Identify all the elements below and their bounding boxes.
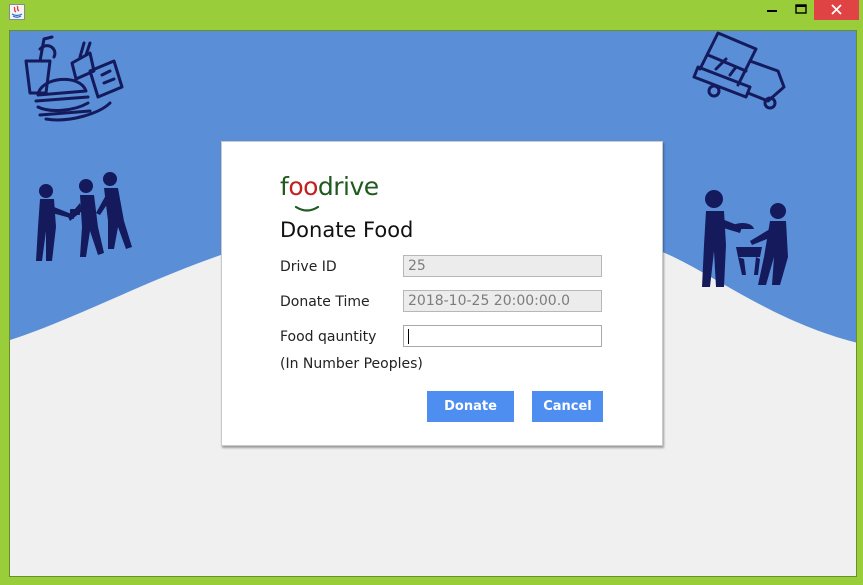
java-app-icon[interactable]: [9, 4, 25, 20]
cancel-button[interactable]: Cancel: [532, 391, 603, 422]
title-bar: [0, 0, 863, 26]
donate-time-label: Donate Time: [280, 294, 370, 310]
minimize-icon[interactable]: [755, 0, 789, 20]
donate-food-dialog: foodrive Donate Food Drive ID 25 Donate …: [221, 141, 663, 446]
main-panel: foodrive Donate Food Drive ID 25 Donate …: [9, 30, 857, 577]
drive-id-field[interactable]: 25: [403, 255, 602, 277]
donate-time-field[interactable]: 2018-10-25 20:00:00.0: [403, 290, 602, 312]
text-caret: [408, 329, 409, 344]
drive-id-label: Drive ID: [280, 259, 337, 275]
food-quantity-input[interactable]: [403, 325, 602, 347]
maximize-icon[interactable]: [788, 0, 814, 20]
close-icon[interactable]: [814, 0, 859, 20]
donate-button[interactable]: Donate: [427, 391, 514, 422]
food-quantity-label: Food qauntity: [280, 329, 377, 345]
foodrive-logo: foodrive: [280, 172, 379, 201]
logo-smile-icon: [294, 205, 320, 212]
dialog-title: Donate Food: [280, 218, 414, 242]
food-quantity-note: (In Number Peoples): [280, 356, 423, 372]
